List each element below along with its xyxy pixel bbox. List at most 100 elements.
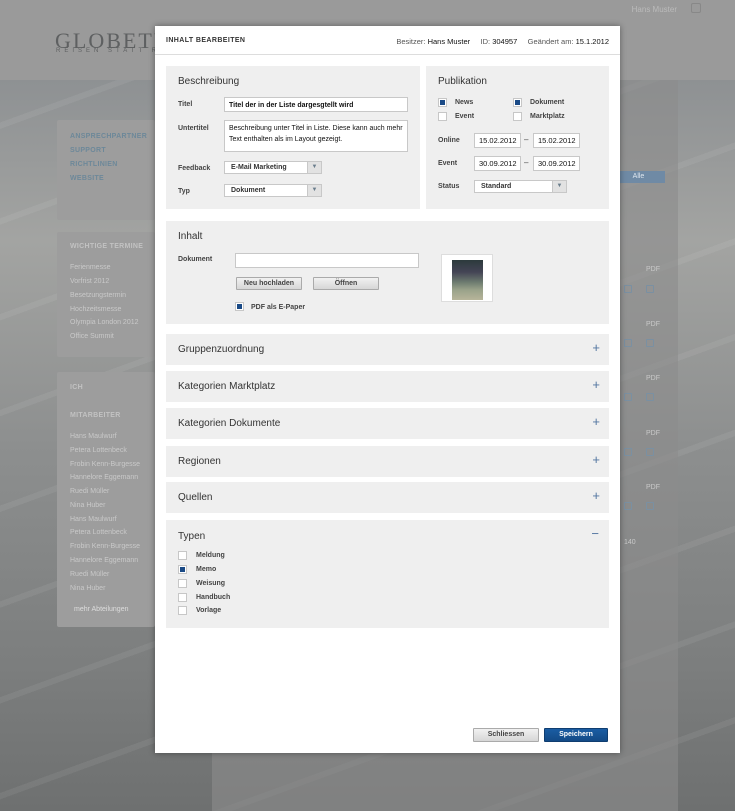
- pager-count: 140: [624, 539, 636, 546]
- section-title: Kategorien Marktplatz: [178, 381, 276, 392]
- termin-item[interactable]: Vorfrist 2012: [70, 278, 109, 285]
- marktplatz-checkbox[interactable]: [513, 112, 522, 121]
- dokument-checkbox[interactable]: [513, 98, 522, 107]
- sidebar-link-ansprechpartner[interactable]: ANSPRECHPARTNER: [70, 133, 147, 140]
- trash-icon[interactable]: [646, 339, 654, 347]
- expand-icon[interactable]: +: [592, 378, 600, 391]
- typ-vorlage-label: Vorlage: [196, 607, 222, 614]
- dokument-input[interactable]: [235, 253, 419, 268]
- mitarbeiter-item[interactable]: Hans Maulwurf: [70, 433, 117, 440]
- section-quellen[interactable]: Quellen +: [166, 482, 609, 513]
- section-title: Gruppenzuordnung: [178, 344, 265, 355]
- typ-weisung-label: Weisung: [196, 580, 226, 587]
- mitarbeiter-item[interactable]: Hannelore Eggemann: [70, 474, 138, 481]
- open-button[interactable]: Öffnen: [313, 277, 379, 290]
- mail-icon[interactable]: [624, 285, 632, 293]
- sidebar-link-website[interactable]: WEBSITE: [70, 175, 104, 182]
- news-checkbox[interactable]: [438, 98, 447, 107]
- pdf-column-label: PDF: [646, 266, 660, 273]
- mitarbeiter-item[interactable]: Ruedi Müller: [70, 488, 109, 495]
- online-from-input[interactable]: 15.02.2012: [474, 133, 521, 148]
- sidebar-link-support[interactable]: SUPPORT: [70, 147, 106, 154]
- document-thumbnail[interactable]: [441, 254, 493, 302]
- dialog-title: INHALT BEARBEITEN: [166, 37, 246, 44]
- section-gruppenzuordnung[interactable]: Gruppenzuordnung +: [166, 334, 609, 365]
- more-departments-button[interactable]: mehr Abteilungen: [74, 606, 128, 613]
- event-from-input[interactable]: 30.09.2012: [474, 156, 521, 171]
- mail-icon[interactable]: [624, 393, 632, 401]
- online-to-input[interactable]: 15.02.2012: [533, 133, 580, 148]
- section-kategorien-dokumente[interactable]: Kategorien Dokumente +: [166, 408, 609, 439]
- section-kategorien-marktplatz[interactable]: Kategorien Marktplatz +: [166, 371, 609, 402]
- mitarbeiter-item[interactable]: Hans Maulwurf: [70, 516, 117, 523]
- ich-label: ICH: [70, 384, 83, 391]
- event-checkbox[interactable]: [438, 112, 447, 121]
- sidebar-link-richtlinien[interactable]: RICHTLINIEN: [70, 161, 118, 168]
- document-preview-image: [452, 260, 483, 300]
- inhalt-section: Inhalt: [166, 221, 609, 324]
- typ-handbuch-label: Handbuch: [196, 594, 231, 601]
- section-regionen[interactable]: Regionen +: [166, 446, 609, 477]
- expand-icon[interactable]: +: [592, 341, 600, 354]
- termin-item[interactable]: Besetzungstermin: [70, 292, 126, 299]
- dialog-header: INHALT BEARBEITEN Besitzer: Hans Muster …: [155, 26, 620, 55]
- trash-icon[interactable]: [646, 448, 654, 456]
- chevron-down-icon: ▼: [307, 185, 321, 196]
- mail-icon[interactable]: [624, 339, 632, 347]
- user-name[interactable]: Hans Muster: [632, 5, 677, 14]
- expand-icon[interactable]: +: [592, 453, 600, 466]
- section-title: Kategorien Dokumente: [178, 418, 281, 429]
- typen-section: Typen −: [166, 520, 609, 628]
- typ-memo-label: Memo: [196, 566, 217, 573]
- expand-icon[interactable]: +: [592, 415, 600, 428]
- lock-icon[interactable]: [691, 3, 701, 13]
- event-to-input[interactable]: 30.09.2012: [533, 156, 580, 171]
- mitarbeiter-heading: MITARBEITER: [70, 412, 121, 419]
- typ-meldung-checkbox[interactable]: [178, 551, 187, 560]
- mitarbeiter-item[interactable]: Ruedi Müller: [70, 571, 109, 578]
- mitarbeiter-item[interactable]: Frobin Kenn-Burgesse: [70, 461, 140, 468]
- mitarbeiter-item[interactable]: Petera Lottenbeck: [70, 447, 127, 454]
- typ-handbuch-checkbox[interactable]: [178, 593, 187, 602]
- titel-input[interactable]: Titel der in der Liste dargesgtellt wird: [224, 97, 408, 112]
- typ-select[interactable]: Dokument ▼: [224, 184, 322, 197]
- pdf-column-label: PDF: [646, 430, 660, 437]
- event-checkbox-label: Event: [455, 113, 475, 120]
- typ-memo-checkbox[interactable]: [178, 565, 187, 574]
- pdf-column-label: PDF: [646, 321, 660, 328]
- epaper-label: PDF als E-Paper: [251, 304, 306, 311]
- trash-icon[interactable]: [646, 502, 654, 510]
- id-value: 304957: [492, 37, 518, 46]
- expand-icon[interactable]: +: [592, 489, 600, 502]
- untertitel-textarea[interactable]: Beschreibung unter Titel in Liste. Diese…: [224, 120, 408, 152]
- termin-item[interactable]: Office Summit: [70, 333, 114, 340]
- pdf-column-label: PDF: [646, 484, 660, 491]
- collapse-icon[interactable]: −: [591, 527, 599, 540]
- termin-item[interactable]: Ferienmesse: [70, 264, 110, 271]
- mail-icon[interactable]: [624, 448, 632, 456]
- upload-button[interactable]: Neu hochladen: [236, 277, 302, 290]
- dialog-meta: Besitzer: Hans Muster ID: 304957 Geänder…: [396, 37, 609, 46]
- typ-weisung-checkbox[interactable]: [178, 579, 187, 588]
- changed-value: 15.1.2012: [575, 37, 609, 46]
- mitarbeiter-item[interactable]: Nina Huber: [70, 585, 105, 592]
- save-button[interactable]: Speichern: [544, 728, 608, 742]
- mail-icon[interactable]: [624, 502, 632, 510]
- mitarbeiter-item[interactable]: Nina Huber: [70, 502, 105, 509]
- feedback-label: Feedback: [178, 165, 211, 172]
- typ-vorlage-checkbox[interactable]: [178, 606, 187, 615]
- online-range-dash: –: [524, 135, 529, 144]
- epaper-checkbox[interactable]: [235, 302, 244, 311]
- mitarbeiter-item[interactable]: Hannelore Eggemann: [70, 557, 138, 564]
- mitarbeiter-item[interactable]: Frobin Kenn-Burgesse: [70, 543, 140, 550]
- pdf-column-label: PDF: [646, 375, 660, 382]
- close-button[interactable]: Schliessen: [473, 728, 539, 742]
- trash-icon[interactable]: [646, 393, 654, 401]
- feedback-select[interactable]: E-Mail Marketing ▼: [224, 161, 322, 174]
- termin-item[interactable]: Olympia London 2012: [70, 319, 139, 326]
- news-label: News: [455, 99, 474, 106]
- trash-icon[interactable]: [646, 285, 654, 293]
- status-select[interactable]: Standard ▼: [474, 180, 567, 193]
- termin-item[interactable]: Hochzeitsmesse: [70, 306, 121, 313]
- mitarbeiter-item[interactable]: Petera Lottenbeck: [70, 529, 127, 536]
